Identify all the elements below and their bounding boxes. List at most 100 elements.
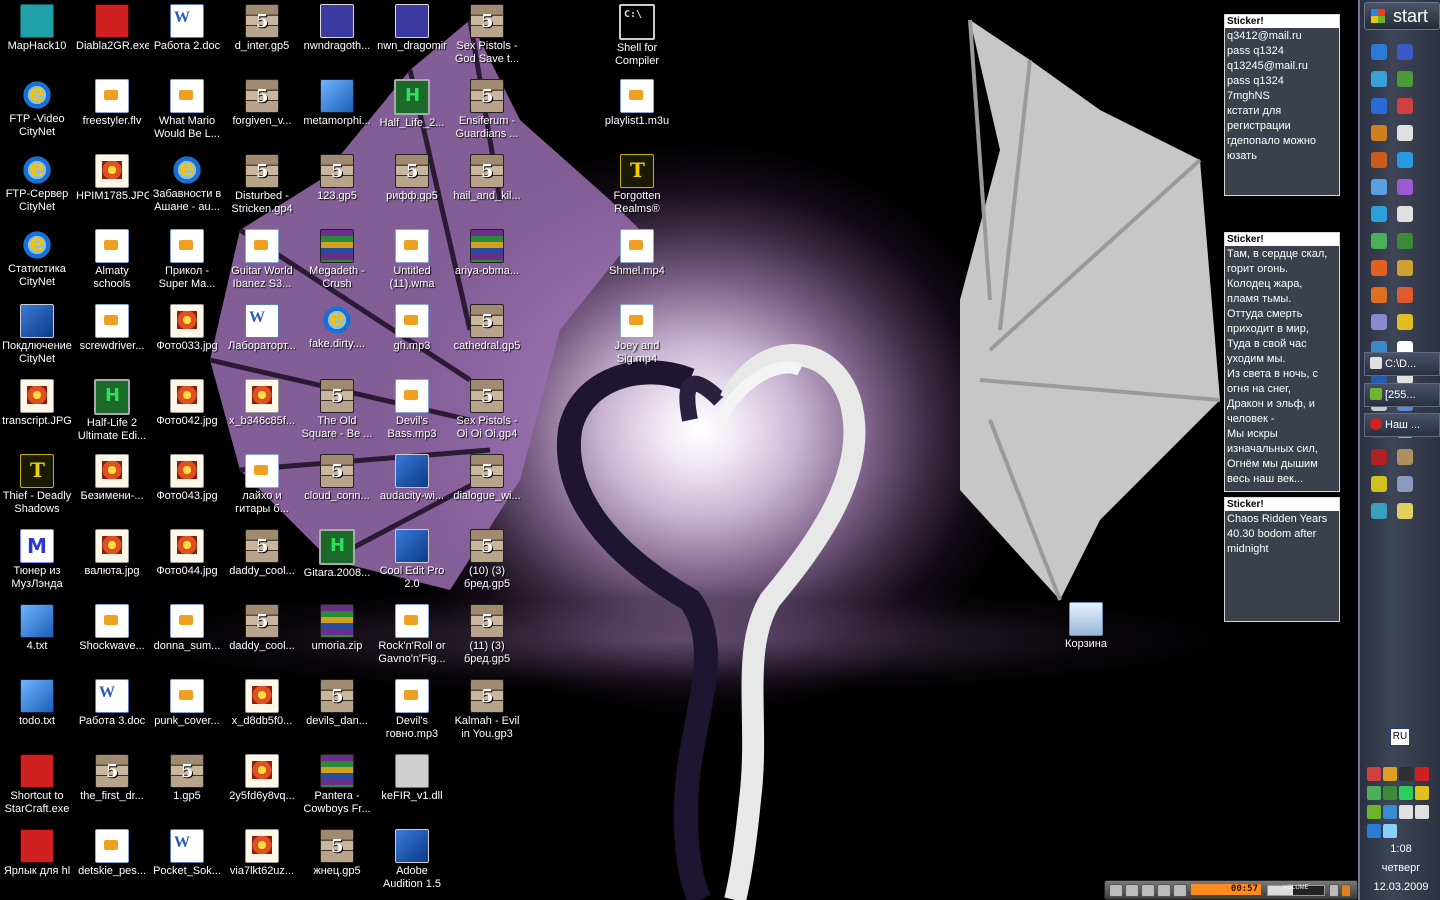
quick-launch-icon[interactable] (1397, 503, 1413, 519)
sticker-text[interactable]: Там, в сердце скал, горит огонь. Колодец… (1225, 246, 1339, 488)
quick-launch-icon[interactable] (1371, 44, 1387, 60)
desktop-icon[interactable]: Тюнер из МузЛэнда (0, 525, 74, 595)
desktop-icon[interactable]: Фото033.jpg (150, 300, 224, 370)
tray-icon[interactable] (1399, 786, 1413, 800)
desktop-icon[interactable]: freestyler.flv (75, 75, 149, 145)
desktop-icon[interactable]: (11) (3) бред.gp5 (450, 600, 524, 670)
pause-icon[interactable] (1141, 884, 1155, 897)
sticker-text[interactable]: Chaos Ridden Years 40.30 bodom after mid… (1225, 511, 1339, 558)
quick-launch-icon[interactable] (1397, 206, 1413, 222)
quick-launch-icon[interactable] (1397, 152, 1413, 168)
desktop-icon[interactable]: 2y5fd6y8vq... (225, 750, 299, 820)
desktop-icon[interactable]: d_inter.gp5 (225, 0, 299, 70)
desktop-icon[interactable]: daddy_cool... (225, 525, 299, 595)
desktop-icon[interactable]: Adobe Audition 1.5 (375, 825, 449, 895)
desktop-icon[interactable]: daddy_cool... (225, 600, 299, 670)
task-button-cmd[interactable]: C:\D... (1364, 352, 1440, 376)
play-icon[interactable] (1125, 884, 1139, 897)
tray-icon[interactable] (1383, 767, 1397, 781)
desktop-icon[interactable]: transcript.JPG (0, 375, 74, 445)
desktop-icon[interactable]: Diabla2GR.exe (75, 0, 149, 70)
desktop-icon[interactable]: Лабораторт... (225, 300, 299, 370)
desktop-icon[interactable]: x_b346c85f... (225, 375, 299, 445)
tray-icon[interactable] (1367, 805, 1381, 819)
desktop-icon[interactable]: Фото042.jpg (150, 375, 224, 445)
desktop-icon[interactable]: Shortcut to StarCraft.exe (0, 750, 74, 820)
tray-icon[interactable] (1383, 824, 1397, 838)
quick-launch-icon[interactable] (1371, 179, 1387, 195)
desktop-icon[interactable]: screwdriver... (75, 300, 149, 370)
desktop-icon[interactable]: рифф.gp5 (375, 150, 449, 220)
desktop-icon[interactable]: Guitar World Ibanez S3... (225, 225, 299, 295)
desktop-icon[interactable]: Sex Pistols - God Save t... (450, 0, 524, 70)
stop-icon[interactable] (1157, 884, 1171, 897)
quick-launch-icon[interactable] (1371, 125, 1387, 141)
quick-launch-icon[interactable] (1371, 233, 1387, 249)
quick-launch-icon[interactable] (1371, 449, 1387, 465)
desktop-icon[interactable]: Работа 2.doc (150, 0, 224, 70)
desktop-icon[interactable]: Shell for Compiler (600, 0, 674, 70)
desktop-icon[interactable]: Half_Life_2... (375, 75, 449, 145)
desktop-icon[interactable]: Devil's говно.mp3 (375, 675, 449, 745)
desktop-icon[interactable]: Прикол - Super Ma... (150, 225, 224, 295)
desktop-icon[interactable]: Half-Life 2 Ultimate Edi... (75, 375, 149, 445)
sticker-note-3[interactable]: Sticker! Chaos Ridden Years 40.30 bodom … (1224, 497, 1340, 622)
desktop-icon[interactable]: Фото044.jpg (150, 525, 224, 595)
desktop-icon[interactable]: Untitled (11).wma (375, 225, 449, 295)
quick-launch-icon[interactable] (1371, 98, 1387, 114)
desktop-icon[interactable]: playlist1.m3u (600, 75, 674, 145)
quick-launch-icon[interactable] (1397, 476, 1413, 492)
start-button[interactable]: start (1364, 2, 1440, 30)
desktop-icon[interactable]: umoria.zip (300, 600, 374, 670)
sticker-text[interactable]: q3412@mail.ru pass q1324 q13245@mail.ru … (1225, 28, 1339, 165)
quick-launch-icon[interactable] (1397, 314, 1413, 330)
desktop-icon[interactable]: Pocket_Sok... (150, 825, 224, 895)
desktop-icon[interactable]: валюта.jpg (75, 525, 149, 595)
desktop-icon[interactable]: Almaty schools contacts.xls (75, 225, 149, 295)
desktop-icon[interactable]: Ярлык для hl (0, 825, 74, 895)
desktop-icon[interactable]: x_d8db5f0... (225, 675, 299, 745)
previous-icon[interactable] (1109, 884, 1123, 897)
desktop-icon[interactable]: Thief - Deadly Shadows (0, 450, 74, 520)
tray-icon[interactable] (1383, 805, 1397, 819)
desktop-icon[interactable]: Статистика CityNet (0, 225, 74, 295)
desktop-icon[interactable]: 4.txt (0, 600, 74, 670)
desktop-icon[interactable]: (10) (3) бред.gp5 (450, 525, 524, 595)
desktop-icon[interactable]: Disturbed - Stricken.gp4 (225, 150, 299, 220)
desktop-icon[interactable]: Покдлючение CityNet (0, 300, 74, 370)
tray-icon[interactable] (1415, 805, 1429, 819)
sticker-note-1[interactable]: Sticker! q3412@mail.ru pass q1324 q13245… (1224, 14, 1340, 196)
desktop-icon[interactable]: 1.gp5 (150, 750, 224, 820)
recycle-bin[interactable]: Корзина (1049, 598, 1123, 668)
desktop-icon[interactable]: Фото043.jpg (150, 450, 224, 520)
desktop-icon[interactable]: todo.txt (0, 675, 74, 745)
next-icon[interactable] (1173, 884, 1187, 897)
desktop-icon[interactable]: fake.dirty.... (300, 300, 374, 370)
quick-launch-icon[interactable] (1397, 98, 1413, 114)
desktop-icon[interactable]: Devil's Bass.mp3 (375, 375, 449, 445)
desktop-icon[interactable]: keFIR_v1.dll (375, 750, 449, 820)
tray-icon[interactable] (1415, 786, 1429, 800)
desktop-icon[interactable]: the_first_dr... (75, 750, 149, 820)
tray-icon[interactable] (1367, 824, 1381, 838)
tray-icon[interactable] (1383, 786, 1397, 800)
desktop-icon[interactable]: жнец.gp5 (300, 825, 374, 895)
quick-launch-icon[interactable] (1371, 71, 1387, 87)
desktop-icon[interactable]: detskie_pes... (75, 825, 149, 895)
desktop-icon[interactable]: Joey and Sig.mp4 (600, 300, 674, 370)
tray-icon[interactable] (1415, 767, 1429, 781)
desktop-icon[interactable]: Безимени-... (75, 450, 149, 520)
desktop-icon[interactable]: Ensiferum - Guardians ... (450, 75, 524, 145)
sticker-note-2[interactable]: Sticker! Там, в сердце скал, горит огонь… (1224, 232, 1340, 492)
quick-launch-icon[interactable] (1397, 260, 1413, 276)
desktop-icon[interactable]: MapHack10 (0, 0, 74, 70)
quick-launch-icon[interactable] (1397, 71, 1413, 87)
menu-icon[interactable] (1329, 884, 1339, 897)
task-button-notepad[interactable]: [255... (1364, 383, 1440, 407)
quick-launch-icon[interactable] (1397, 449, 1413, 465)
quick-launch-icon[interactable] (1371, 287, 1387, 303)
desktop-icon[interactable]: punk_cover... (150, 675, 224, 745)
desktop-icon[interactable]: via7lkt62uz... (225, 825, 299, 895)
desktop-icon[interactable]: HPIM1785.JPG (75, 150, 149, 220)
desktop-icon[interactable]: nwndragoth... (300, 0, 374, 70)
